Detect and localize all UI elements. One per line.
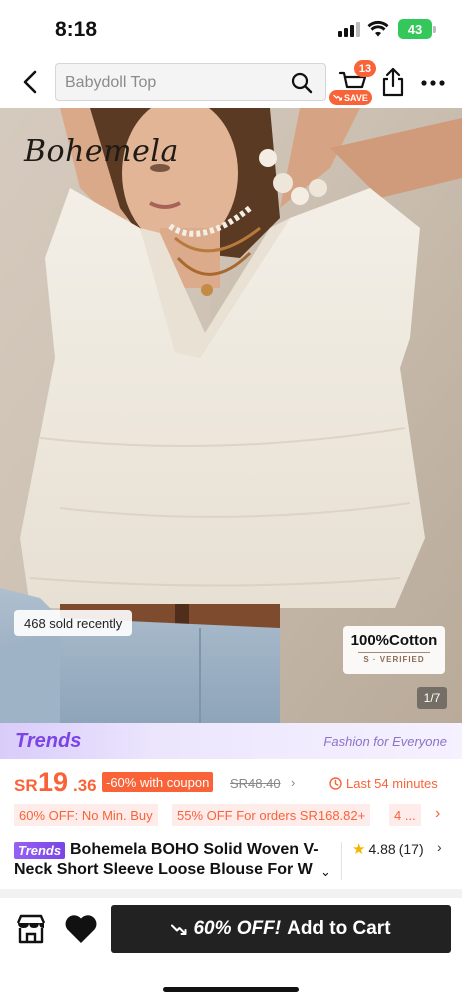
bottom-action-bar: 60% OFF! Add to Cart [0, 898, 462, 1000]
chevron-left-icon [23, 70, 37, 94]
price-main: 19 [38, 767, 69, 797]
rating[interactable]: ★ 4.88 (17) [352, 840, 424, 858]
cta-label: Add to Cart [287, 918, 391, 939]
store-button[interactable] [14, 912, 48, 946]
top-navigation: Babydoll Top 13 SAVE [0, 58, 462, 108]
share-button[interactable] [380, 66, 408, 100]
cotton-title: 100%Cotton [350, 632, 438, 649]
timer-label: Last 54 minutes [346, 776, 438, 791]
chevron-down-icon[interactable]: ⌄ [320, 864, 331, 880]
sold-recently-badge: 468 sold recently [14, 610, 133, 636]
trends-tagline: Fashion for Everyone [323, 734, 447, 749]
status-time: 8:18 [55, 18, 98, 41]
star-icon: ★ [352, 841, 366, 858]
divider [341, 842, 342, 880]
cart-button[interactable]: 13 SAVE [329, 60, 376, 106]
heart-icon [65, 915, 97, 943]
original-price[interactable]: SR48.40 [230, 776, 281, 791]
trends-tag: Trends [14, 842, 66, 859]
more-options-button[interactable] [418, 70, 448, 96]
more-dots-icon [421, 80, 445, 86]
chevron-right-icon[interactable]: › [291, 775, 295, 790]
home-indicator [163, 987, 299, 992]
limited-time-timer: Last 54 minutes [329, 776, 438, 791]
save-tag: SAVE [329, 90, 372, 105]
promo-chip[interactable]: 55% OFF For orders SR168.82+ [172, 804, 371, 826]
wifi-icon [367, 20, 389, 37]
share-icon [382, 67, 404, 97]
product-title-row: Bohemela BOHO Solid Woven V-Neck Short S… [0, 836, 462, 886]
promo-chip[interactable]: 60% OFF: No Min. Buy [14, 804, 158, 826]
battery-level: 43 [407, 21, 423, 37]
coupon-discount-badge: -60% with coupon [102, 772, 214, 792]
promo-chip[interactable]: 4 ... [389, 804, 421, 826]
price-decimal: .36 [73, 776, 97, 795]
cart-count-badge: 13 [354, 60, 376, 77]
promo-row[interactable]: 60% OFF: No Min. Buy 55% OFF For orders … [0, 801, 462, 829]
wishlist-button[interactable] [63, 912, 99, 946]
image-page-indicator: 1/7 [417, 687, 447, 709]
price-row: SR 19 .36 -60% with coupon SR48.40 › Las… [0, 763, 462, 799]
back-button[interactable] [16, 67, 44, 97]
save-label: SAVE [344, 92, 368, 103]
battery-icon: 43 [398, 19, 432, 39]
add-to-cart-button[interactable]: 60% OFF! Add to Cart [111, 905, 451, 953]
price-currency: SR [14, 776, 38, 795]
battery-cap [433, 26, 436, 33]
product-image-carousel[interactable]: Bohemela 468 sold recently 100%Cotton S … [0, 108, 462, 723]
trend-down-icon [333, 94, 342, 101]
cotton-verified-badge: 100%Cotton S · VERIFIED [343, 626, 445, 674]
cellular-signal-icon [338, 22, 360, 37]
trends-banner[interactable]: Trends Fashion for Everyone [0, 723, 462, 759]
trends-logo: Trends [15, 730, 82, 752]
trend-down-icon [171, 924, 187, 935]
search-icon[interactable] [291, 72, 313, 94]
store-icon [16, 914, 46, 944]
search-placeholder: Babydoll Top [65, 74, 157, 91]
status-bar: 8:18 43 [0, 0, 462, 58]
cta-discount: 60% OFF! [193, 918, 282, 939]
clock-icon [329, 777, 342, 790]
section-gap [0, 889, 462, 898]
search-input[interactable]: Babydoll Top [55, 63, 326, 101]
review-count: (17) [398, 841, 424, 857]
cotton-divider [358, 652, 430, 653]
brand-logo: Bohemela [24, 134, 179, 169]
chevron-right-icon[interactable]: › [437, 839, 442, 855]
chevron-right-icon[interactable]: › [435, 805, 440, 823]
cotton-verified-label: S · VERIFIED [363, 655, 425, 664]
rating-value: 4.88 [368, 841, 396, 857]
